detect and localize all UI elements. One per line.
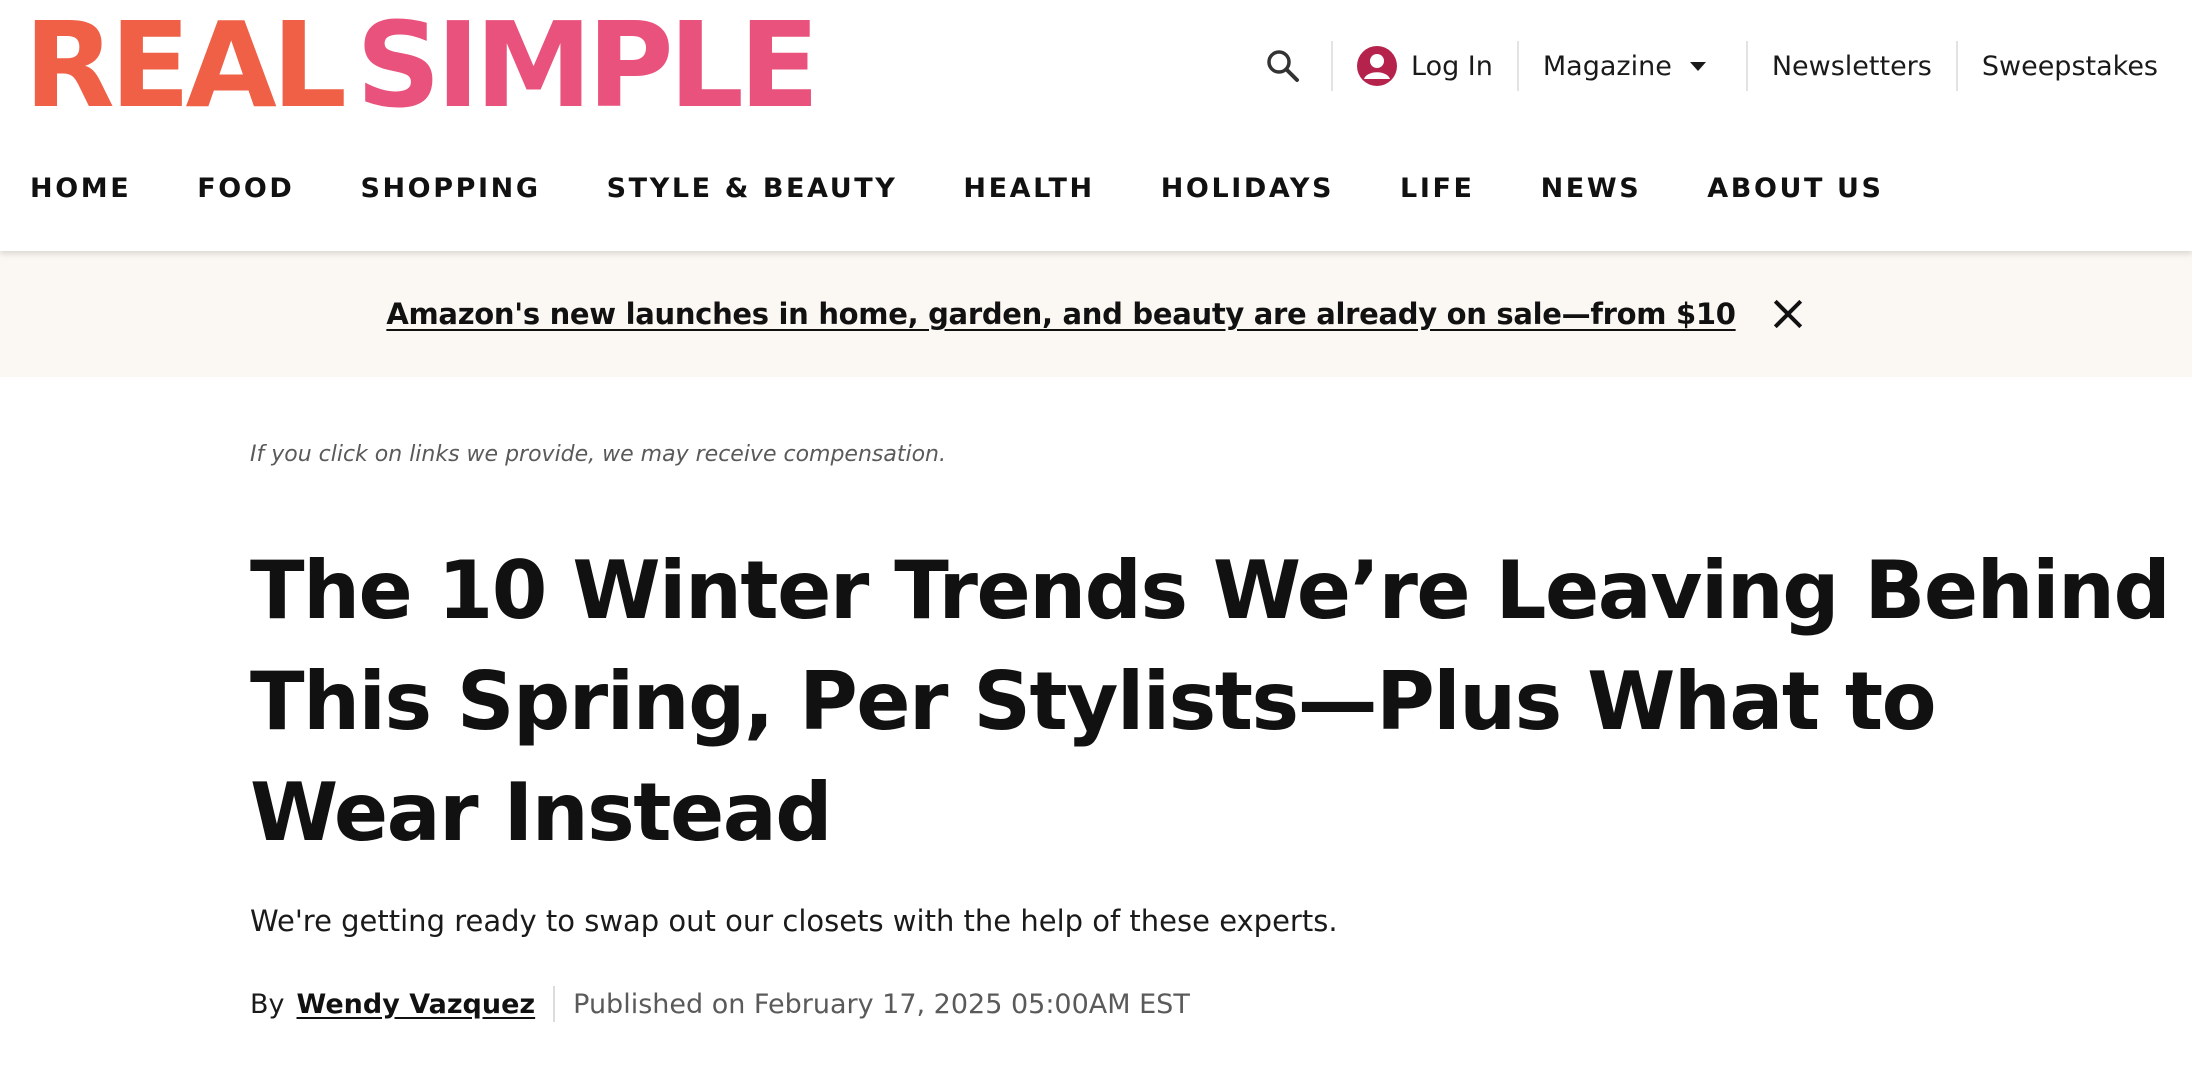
caret-down-icon xyxy=(1689,61,1706,71)
main-nav: HOME FOOD SHOPPING STYLE & BEAUTY HEALTH… xyxy=(30,168,1950,208)
article-headline: The 10 Winter Trends We’re Leaving Behin… xyxy=(250,544,2171,859)
site-logo[interactable]: REAL SIMPLE xyxy=(24,0,820,134)
site-header: REAL SIMPLE Log In Magazine Newsletters … xyxy=(0,0,2192,251)
byline-divider xyxy=(553,986,556,1022)
byline-by-label: By xyxy=(250,988,285,1020)
article-dek: We're getting ready to swap out our clos… xyxy=(250,904,1338,938)
nav-item-food[interactable]: FOOD xyxy=(197,173,294,204)
promo-banner: Amazon's new launches in home, garden, a… xyxy=(0,251,2192,377)
promo-link[interactable]: Amazon's new launches in home, garden, a… xyxy=(386,297,1736,331)
byline: By Wendy Vazquez Published on February 1… xyxy=(250,986,2150,1022)
newsletters-label: Newsletters xyxy=(1771,50,1932,82)
logo-word-simple: SIMPLE xyxy=(355,0,820,134)
nav-item-life[interactable]: LIFE xyxy=(1400,173,1475,204)
author-link[interactable]: Wendy Vazquez xyxy=(297,989,536,1020)
nav-item-holidays[interactable]: HOLIDAYS xyxy=(1161,173,1334,204)
magazine-dropdown[interactable]: Magazine xyxy=(1519,38,1746,94)
nav-item-about-us[interactable]: ABOUT US xyxy=(1707,173,1883,204)
user-avatar-icon xyxy=(1357,46,1397,86)
article: If you click on links we provide, we may… xyxy=(250,377,2171,1022)
nav-item-home[interactable]: HOME xyxy=(30,173,131,204)
publish-date: Published on February 17, 2025 05:00AM E… xyxy=(573,988,1190,1020)
magazine-label: Magazine xyxy=(1542,50,1672,82)
logo-word-real: REAL xyxy=(24,0,347,134)
search-button[interactable] xyxy=(1263,38,1331,94)
login-label: Log In xyxy=(1411,50,1493,82)
nav-item-shopping[interactable]: SHOPPING xyxy=(360,173,540,204)
affiliate-disclaimer: If you click on links we provide, we may… xyxy=(250,442,946,467)
sweepstakes-label: Sweepstakes xyxy=(1981,50,2158,82)
utility-nav: Log In Magazine Newsletters Sweepstakes xyxy=(1263,38,2192,94)
sweepstakes-link[interactable]: Sweepstakes xyxy=(1958,38,2192,94)
close-icon[interactable] xyxy=(1768,295,1806,333)
newsletters-link[interactable]: Newsletters xyxy=(1748,38,1956,94)
login-button[interactable]: Log In xyxy=(1333,38,1517,94)
nav-item-news[interactable]: NEWS xyxy=(1541,173,1642,204)
nav-item-health[interactable]: HEALTH xyxy=(963,173,1094,204)
nav-item-style-beauty[interactable]: STYLE & BEAUTY xyxy=(607,173,898,204)
search-icon xyxy=(1267,50,1299,82)
